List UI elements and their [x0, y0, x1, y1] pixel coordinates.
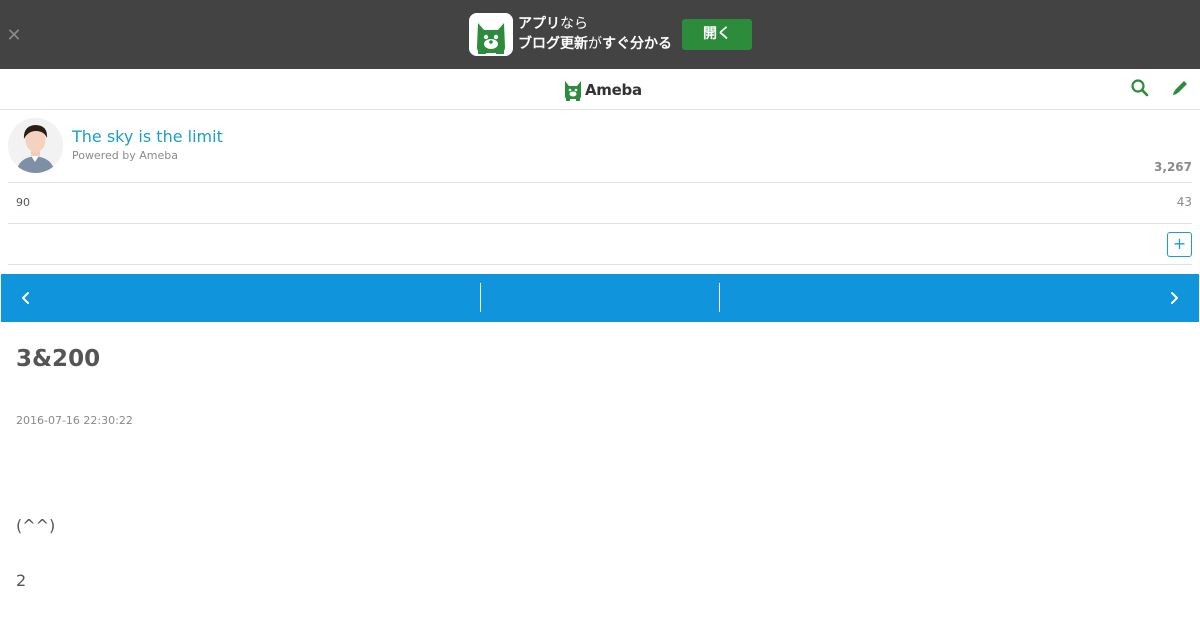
follow-row: + [8, 224, 1192, 265]
app-banner: ✕ アプリなら ブログ更新がすぐ分かる 開く [0, 0, 1200, 69]
article-title[interactable]: 3&200 [16, 346, 100, 372]
article-body-line: (^^) [16, 516, 56, 535]
article-body-line: 2 [16, 571, 27, 590]
banner-line2-light: が [588, 36, 602, 52]
article-navbar [1, 274, 1199, 322]
follow-button[interactable]: + [1167, 232, 1192, 257]
chevron-left-icon[interactable] [1, 274, 49, 322]
pencil-icon[interactable] [1169, 77, 1191, 99]
nav-segment-3[interactable] [720, 274, 1151, 322]
stat-left-value[interactable]: 90 [16, 196, 30, 209]
nav-segment-1[interactable] [49, 274, 480, 322]
banner-line2-bold-b: すぐ分かる [602, 36, 672, 52]
powered-by: Powered by Ameba [72, 149, 178, 162]
blog-title[interactable]: The sky is the limit [72, 127, 223, 146]
blog-profile: The sky is the limit Powered by Ameba 3,… [8, 110, 1192, 183]
banner-message: アプリなら ブログ更新がすぐ分かる [518, 14, 672, 54]
nav-segment-2[interactable] [481, 274, 719, 322]
close-icon[interactable]: ✕ [5, 27, 23, 45]
stat-right-value[interactable]: 43 [1177, 195, 1192, 209]
ameba-logo[interactable]: Ameba [564, 78, 642, 102]
banner-line2-bold-a: ブログ更新 [518, 36, 588, 52]
reader-count: 3,267 [1154, 160, 1192, 174]
chevron-right-icon[interactable] [1151, 274, 1199, 322]
article-date: 2016-07-16 22:30:22 [16, 414, 133, 427]
search-icon[interactable] [1129, 77, 1151, 99]
avatar[interactable] [8, 118, 63, 173]
banner-line1-bold: アプリ [518, 16, 560, 32]
ameba-app-icon[interactable] [469, 13, 513, 56]
ameba-logo-icon [565, 81, 581, 101]
logo-text: Ameba [585, 81, 642, 99]
banner-line1-light: なら [560, 16, 588, 32]
open-app-button[interactable]: 開く [682, 19, 752, 50]
blog-stats: 90 43 [8, 183, 1192, 224]
site-header: Ameba [0, 69, 1200, 110]
